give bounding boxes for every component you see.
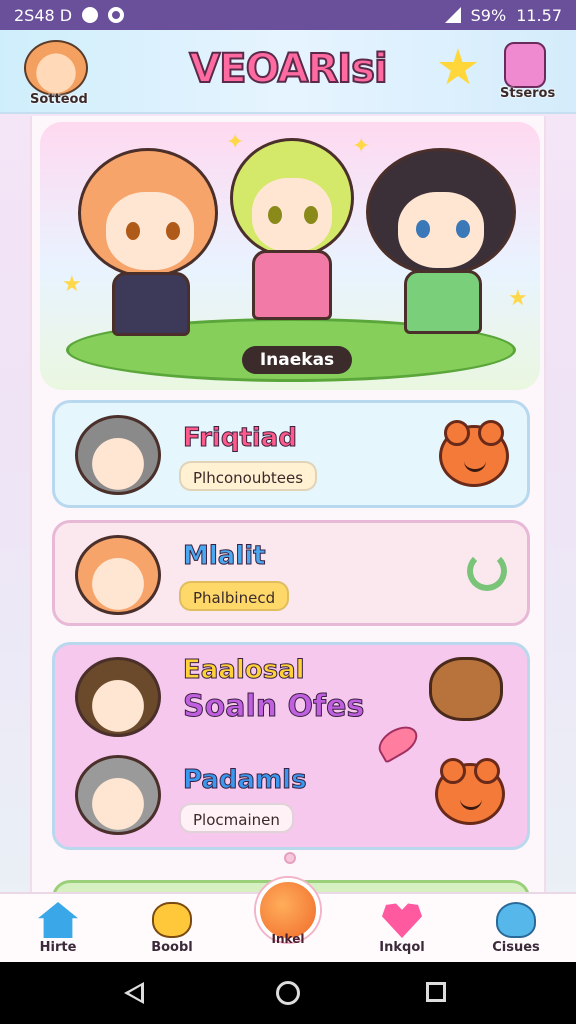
- character-dark-hair: [366, 148, 516, 358]
- notification-dot-icon: [82, 7, 99, 23]
- avatar: [75, 657, 161, 737]
- home-icon: [38, 902, 78, 938]
- profile-avatar[interactable]: [24, 40, 88, 96]
- profile-avatar-label: Sotteod: [30, 92, 88, 107]
- bear-icon[interactable]: [439, 420, 509, 487]
- card-chip[interactable]: Phalbinecd: [179, 581, 290, 611]
- right-icon-label: Stseros: [500, 86, 556, 101]
- fish-icon: [373, 720, 423, 764]
- card-subtitle: Soaln Ofes: [182, 689, 365, 725]
- hero-label: Inaekas: [242, 346, 352, 374]
- nav-label: Hirte: [39, 940, 77, 955]
- avatar: [75, 755, 161, 835]
- star-icon[interactable]: [438, 48, 478, 85]
- card-title: Eaalosal: [183, 655, 306, 686]
- nav-label: Inkqol: [379, 940, 425, 955]
- feature-card[interactable]: Friqtiad Plhconoubtees: [52, 400, 530, 508]
- card-title: Padamls: [183, 765, 308, 796]
- card-title: Mlalit: [183, 541, 267, 572]
- cloud-icon: [496, 902, 536, 938]
- feature-card[interactable]: Mlalit Phalbinecd: [52, 520, 530, 626]
- character-orange-hair: [78, 148, 218, 358]
- card-title: Friqtiad: [183, 423, 298, 454]
- hero-banner[interactable]: ✦ ✦ ★ ★ Inaekas: [40, 122, 540, 390]
- home-circle-icon[interactable]: [276, 981, 300, 1005]
- avatar: [75, 535, 161, 615]
- nav-item-heart[interactable]: Inkqol: [362, 902, 442, 964]
- app-header: Sotteod VEOARIsi Stseros: [0, 30, 576, 114]
- notification-ring-icon: [108, 7, 125, 23]
- nav-label: Cisues: [492, 940, 540, 955]
- character-green-hair: [230, 138, 354, 348]
- pet-icon[interactable]: [504, 42, 546, 88]
- hook-icon[interactable]: [467, 551, 507, 591]
- status-time-left: 2S48 D: [14, 5, 73, 25]
- nav-item-blob[interactable]: Boobl: [132, 902, 212, 964]
- signal-icon: [444, 7, 461, 23]
- pager-dot[interactable]: [284, 852, 296, 864]
- feature-card-group[interactable]: Eaalosal Soaln Ofes Padamls Plocmainen: [52, 642, 530, 850]
- nav-item-cloud[interactable]: Cisues: [476, 902, 556, 964]
- dog-icon[interactable]: [429, 657, 503, 721]
- heart-icon: [382, 903, 422, 938]
- nav-item-home[interactable]: Hirte: [18, 902, 98, 964]
- back-icon[interactable]: [124, 982, 144, 1004]
- status-bar: 2S48 D S9% 11.57: [0, 0, 576, 30]
- main-content: ✦ ✦ ★ ★ Inaekas Friqtiad Plhconoubtees M…: [30, 116, 546, 900]
- app-title: VEOARIsi: [188, 45, 388, 93]
- card-chip[interactable]: Plhconoubtees: [179, 461, 318, 491]
- avatar: [75, 415, 161, 495]
- recent-apps-icon[interactable]: [426, 982, 446, 1002]
- battery-text: S9%: [470, 5, 507, 25]
- blob-icon: [152, 902, 192, 938]
- system-nav-bar: [0, 962, 576, 1024]
- bear-icon[interactable]: [435, 758, 505, 825]
- card-chip[interactable]: Plocmainen: [179, 803, 294, 833]
- fab-label: Inkel: [271, 932, 305, 946]
- nav-label: Boobl: [151, 940, 193, 955]
- status-clock: 11.57: [516, 5, 562, 25]
